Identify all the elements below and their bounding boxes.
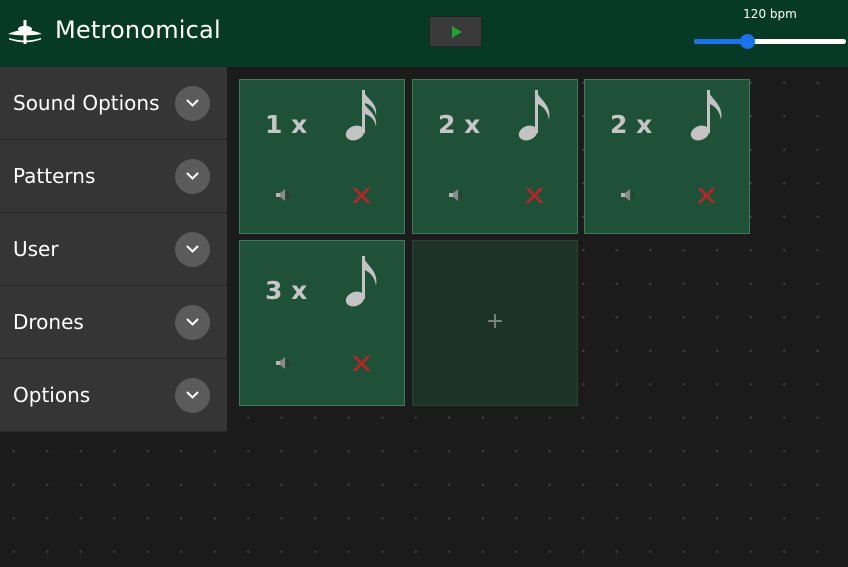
app-title: Metronomical [55,16,221,44]
sidebar-item-label: User [13,237,59,261]
beat-tile[interactable]: 2 x [584,79,750,234]
chevron-down-icon[interactable] [175,232,210,267]
plus-icon: + [485,309,505,334]
sidebar-item-patterns[interactable]: Patterns [0,140,227,213]
sidebar-item-user[interactable]: User [0,213,227,286]
beat-count: 2 x [610,110,653,139]
sidebar: Sound Options Patterns User Drones Optio… [0,67,227,432]
chevron-down-icon[interactable] [175,86,210,121]
cymbal-icon [8,20,42,46]
bpm-slider-thumb[interactable] [740,34,755,49]
sidebar-item-drones[interactable]: Drones [0,286,227,359]
speaker-icon[interactable] [447,186,465,204]
chevron-down-icon[interactable] [175,159,210,194]
app-header: Metronomical 120 bpm [0,0,848,67]
bpm-slider[interactable] [694,33,848,51]
speaker-icon[interactable] [274,186,292,204]
beat-count: 3 x [265,276,308,305]
sidebar-item-options[interactable]: Options [0,359,227,432]
close-icon[interactable] [353,187,370,204]
play-icon [452,26,462,38]
sidebar-item-label: Sound Options [13,91,160,115]
close-icon[interactable] [353,355,370,372]
beat-count: 1 x [265,110,308,139]
beat-tile[interactable]: 2 x [412,79,578,234]
speaker-icon[interactable] [274,354,292,372]
close-icon[interactable] [698,187,715,204]
eighth-note-icon[interactable] [689,86,725,144]
sixteenth-note-icon[interactable] [344,86,380,144]
sidebar-item-label: Patterns [13,164,96,188]
sidebar-item-label: Drones [13,310,84,334]
close-icon[interactable] [526,187,543,204]
add-beat-button[interactable]: + [412,240,578,406]
speaker-icon[interactable] [619,186,637,204]
beat-tile[interactable]: 3 x [239,240,405,406]
play-button[interactable] [429,16,482,47]
eighth-note-icon[interactable] [344,252,380,310]
eighth-note-icon[interactable] [517,86,553,144]
beat-count: 2 x [438,110,481,139]
chevron-down-icon[interactable] [175,305,210,340]
bpm-label: 120 bpm [743,7,797,21]
beat-tile[interactable]: 1 x [239,79,405,234]
sidebar-item-sound-options[interactable]: Sound Options [0,67,227,140]
chevron-down-icon[interactable] [175,378,210,413]
sidebar-item-label: Options [13,383,91,407]
